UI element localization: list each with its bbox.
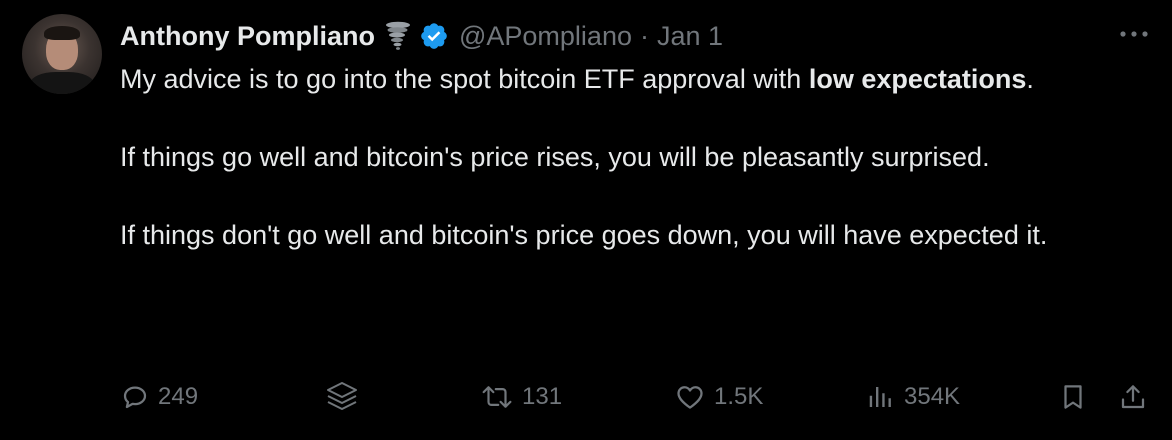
tweet-paragraph-1-prefix: My advice is to go into the spot bitcoin…: [120, 64, 809, 94]
grok-icon: [322, 377, 362, 417]
like-count: 1.5K: [714, 383, 764, 410]
avatar[interactable]: [22, 14, 102, 94]
header-separator: ·: [639, 20, 649, 51]
views-count: 354K: [904, 383, 961, 410]
tweet-date[interactable]: Jan 1: [657, 21, 723, 52]
reply-count: 249: [158, 383, 199, 410]
tweet-actions: 249 131 1.5K 354K: [0, 372, 1172, 422]
reply-icon: [120, 382, 150, 412]
grok-button[interactable]: [322, 372, 362, 422]
share-icon: [1118, 381, 1148, 413]
avatar-shirt: [30, 72, 94, 94]
retweet-icon: [480, 382, 514, 412]
tweet-card: Anthony Pompliano @APompliano · Jan 1 My…: [0, 0, 1172, 440]
author-handle[interactable]: @APompliano: [459, 21, 632, 52]
views-button[interactable]: 354K: [866, 372, 960, 422]
tweet-paragraph-1: My advice is to go into the spot bitcoin…: [120, 60, 1150, 99]
retweet-count: 131: [522, 383, 563, 410]
more-icon[interactable]: [1118, 24, 1150, 44]
views-icon: [866, 382, 896, 412]
tornado-icon: [385, 21, 411, 51]
bookmark-icon: [1058, 381, 1088, 413]
author-name[interactable]: Anthony Pompliano: [120, 21, 375, 52]
share-button[interactable]: [1118, 372, 1148, 422]
avatar-hair: [44, 26, 80, 40]
tweet-paragraph-3: If things don't go well and bitcoin's pr…: [120, 220, 1048, 250]
like-icon: [674, 382, 706, 412]
tweet-paragraph-1-bold: low expectations: [808, 64, 1027, 94]
tweet-header: Anthony Pompliano @APompliano · Jan 1: [120, 18, 723, 54]
retweet-button[interactable]: 131: [480, 372, 562, 422]
reply-button[interactable]: 249: [120, 372, 198, 422]
tweet-paragraph-1-suffix: .: [1026, 64, 1034, 94]
tweet-paragraph-2: If things go well and bitcoin's price ri…: [120, 142, 990, 172]
bookmark-button[interactable]: [1058, 372, 1088, 422]
tweet-text: My advice is to go into the spot bitcoin…: [120, 60, 1150, 255]
like-button[interactable]: 1.5K: [674, 372, 763, 422]
verified-icon[interactable]: [419, 21, 449, 51]
